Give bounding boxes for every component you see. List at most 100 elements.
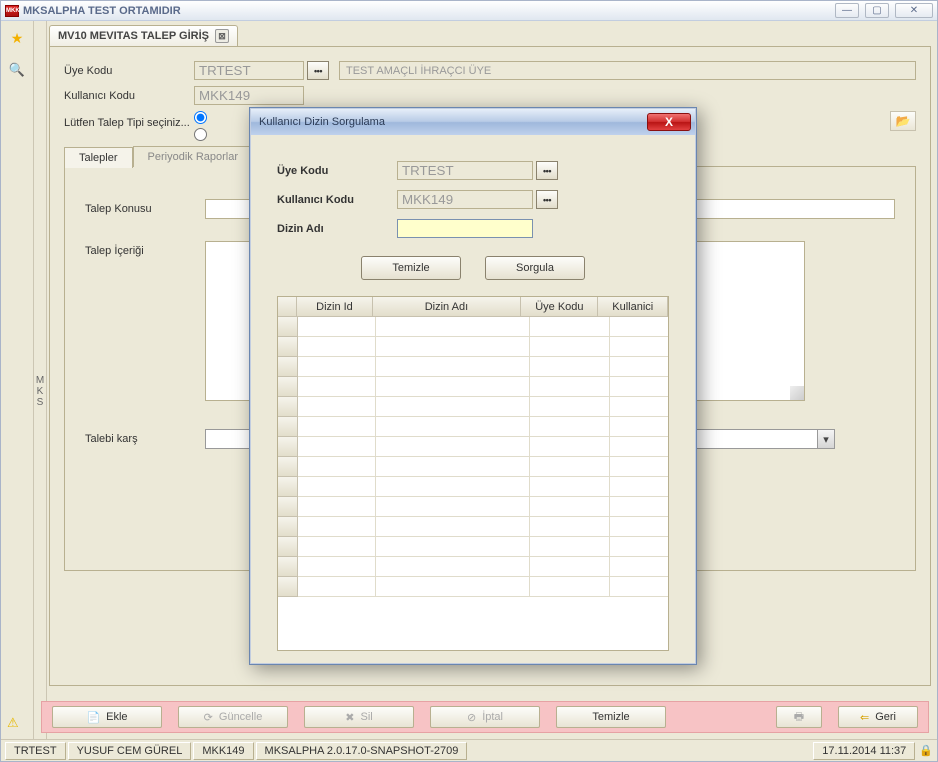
- grid-cell[interactable]: [376, 517, 530, 537]
- col-dizin-id[interactable]: Dizin Id: [297, 297, 372, 317]
- tab-talepler[interactable]: Talepler: [64, 147, 133, 168]
- grid-cell[interactable]: [610, 417, 668, 437]
- row-header[interactable]: [278, 557, 298, 577]
- grid-cell[interactable]: [298, 537, 376, 557]
- grid-cell[interactable]: [530, 537, 610, 557]
- dlg-temizle-button[interactable]: Temizle: [361, 256, 461, 280]
- table-row[interactable]: [278, 417, 668, 437]
- sil-button[interactable]: ✖Sil: [304, 706, 414, 728]
- grid-cell[interactable]: [376, 497, 530, 517]
- dlg-sorgula-button[interactable]: Sorgula: [485, 256, 585, 280]
- grid-cell[interactable]: [530, 577, 610, 597]
- row-header[interactable]: [278, 457, 298, 477]
- grid-cell[interactable]: [610, 337, 668, 357]
- row-header[interactable]: [278, 397, 298, 417]
- table-row[interactable]: [278, 357, 668, 377]
- grid-cell[interactable]: [298, 377, 376, 397]
- table-row[interactable]: [278, 577, 668, 597]
- table-row[interactable]: [278, 437, 668, 457]
- grid-cell[interactable]: [530, 357, 610, 377]
- grid-cell[interactable]: [530, 477, 610, 497]
- table-row[interactable]: [278, 317, 668, 337]
- result-grid[interactable]: Dizin Id Dizin Adı Üye Kodu Kullanici ▲ …: [277, 296, 669, 651]
- talep-tipi-radio-1[interactable]: [194, 111, 207, 124]
- dlg-uye-kodu-lookup[interactable]: [536, 161, 558, 180]
- dialog-titlebar[interactable]: Kullanıcı Dizin Sorgulama X: [251, 109, 695, 135]
- minimize-button[interactable]: —: [835, 3, 859, 18]
- temizle-button[interactable]: Temizle: [556, 706, 666, 728]
- col-uye-kodu[interactable]: Üye Kodu: [521, 297, 598, 317]
- chevron-down-icon[interactable]: ▾: [817, 430, 834, 448]
- grid-cell[interactable]: [610, 357, 668, 377]
- resize-handle-icon[interactable]: [790, 386, 804, 400]
- grid-cell[interactable]: [610, 517, 668, 537]
- dlg-dizin-adi-field[interactable]: [397, 219, 533, 238]
- row-header[interactable]: [278, 317, 298, 337]
- table-row[interactable]: [278, 377, 668, 397]
- table-row[interactable]: [278, 517, 668, 537]
- grid-cell[interactable]: [610, 477, 668, 497]
- grid-cell[interactable]: [298, 497, 376, 517]
- grid-cell[interactable]: [376, 377, 530, 397]
- grid-cell[interactable]: [530, 517, 610, 537]
- maximize-button[interactable]: ▢: [865, 3, 889, 18]
- print-button[interactable]: 🖶: [776, 706, 822, 728]
- grid-cell[interactable]: [376, 537, 530, 557]
- tab-periyodik-raporlar[interactable]: Periyodik Raporlar: [133, 146, 253, 167]
- dlg-kullanici-kodu-lookup[interactable]: [536, 190, 558, 209]
- col-dizin-adi[interactable]: Dizin Adı: [373, 297, 522, 317]
- uye-kodu-field[interactable]: [194, 61, 304, 80]
- grid-cell[interactable]: [530, 397, 610, 417]
- grid-cell[interactable]: [530, 377, 610, 397]
- grid-cell[interactable]: [298, 437, 376, 457]
- grid-cell[interactable]: [298, 417, 376, 437]
- row-header[interactable]: [278, 477, 298, 497]
- grid-cell[interactable]: [530, 337, 610, 357]
- browse-folder-button[interactable]: 📂: [890, 111, 916, 131]
- row-header[interactable]: [278, 417, 298, 437]
- grid-cell[interactable]: [610, 457, 668, 477]
- grid-cell[interactable]: [298, 557, 376, 577]
- dlg-uye-kodu-field[interactable]: [397, 161, 533, 180]
- tab-close-button[interactable]: ⊠: [215, 29, 229, 43]
- search-button[interactable]: 🔍: [6, 59, 28, 81]
- grid-cell[interactable]: [376, 557, 530, 577]
- col-kullanici[interactable]: Kullanici: [598, 297, 668, 317]
- grid-cell[interactable]: [298, 577, 376, 597]
- grid-cell[interactable]: [298, 397, 376, 417]
- grid-cell[interactable]: [376, 417, 530, 437]
- grid-cell[interactable]: [376, 477, 530, 497]
- row-header[interactable]: [278, 537, 298, 557]
- grid-cell[interactable]: [298, 517, 376, 537]
- grid-cell[interactable]: [530, 497, 610, 517]
- favorites-button[interactable]: ★: [6, 27, 28, 49]
- grid-cell[interactable]: [530, 317, 610, 337]
- grid-cell[interactable]: [298, 337, 376, 357]
- dialog-close-button[interactable]: X: [647, 113, 691, 131]
- window-close-button[interactable]: ✕: [895, 3, 933, 18]
- grid-cell[interactable]: [376, 337, 530, 357]
- grid-cell[interactable]: [298, 357, 376, 377]
- iptal-button[interactable]: ⊘İptal: [430, 706, 540, 728]
- grid-cell[interactable]: [610, 557, 668, 577]
- uye-kodu-lookup-button[interactable]: [307, 61, 329, 80]
- row-header[interactable]: [278, 437, 298, 457]
- row-header[interactable]: [278, 337, 298, 357]
- grid-cell[interactable]: [376, 397, 530, 417]
- guncelle-button[interactable]: ⟳Güncelle: [178, 706, 288, 728]
- talep-tipi-radio-2[interactable]: [194, 128, 207, 141]
- grid-cell[interactable]: [530, 457, 610, 477]
- table-row[interactable]: [278, 337, 668, 357]
- grid-cell[interactable]: [376, 317, 530, 337]
- dlg-kullanici-kodu-field[interactable]: [397, 190, 533, 209]
- grid-cell[interactable]: [298, 317, 376, 337]
- grid-cell[interactable]: [530, 417, 610, 437]
- row-header[interactable]: [278, 377, 298, 397]
- grid-cell[interactable]: [610, 377, 668, 397]
- ekle-button[interactable]: 📄Ekle: [52, 706, 162, 728]
- row-header[interactable]: [278, 357, 298, 377]
- table-row[interactable]: [278, 397, 668, 417]
- table-row[interactable]: [278, 497, 668, 517]
- grid-cell[interactable]: [376, 457, 530, 477]
- mid-rail[interactable]: MKS: [33, 21, 47, 761]
